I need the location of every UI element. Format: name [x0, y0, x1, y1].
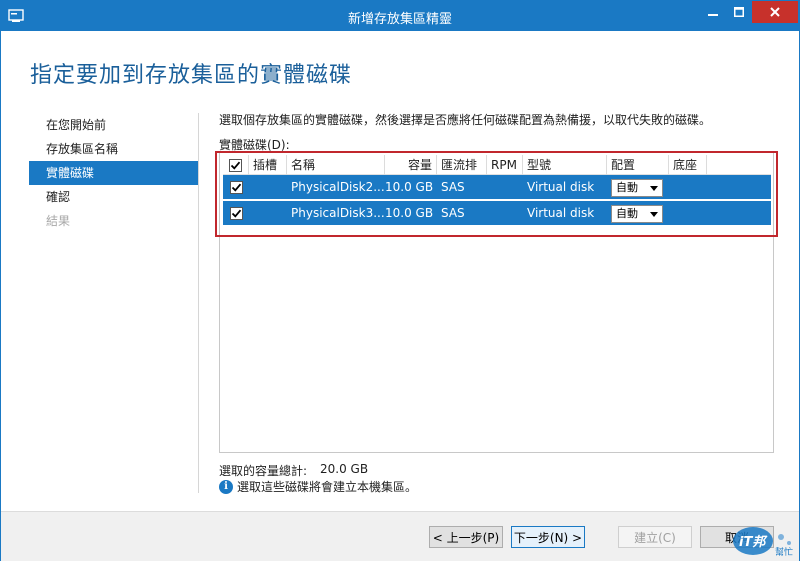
- row-checkbox[interactable]: [229, 206, 243, 220]
- wizard-step-nav: 在您開始前 存放集區名稱 實體磁碟 確認 結果: [29, 113, 199, 493]
- cell-bus: SAS: [441, 206, 465, 220]
- ithome-watermark-logo: iT邦 幫忙: [733, 527, 793, 558]
- checkmark-icon: [231, 209, 241, 218]
- previous-button[interactable]: < 上一步(P): [429, 526, 503, 548]
- wizard-window: 新增存放集區精靈 指定要加到存放集區的實體磁碟 在您開始前 存放集區名稱 實體磁…: [0, 0, 800, 561]
- column-header-capacity[interactable]: 容量: [385, 155, 437, 175]
- allocation-dropdown-value: 自動: [616, 181, 638, 194]
- watermark-brand-text: iT邦: [739, 534, 768, 550]
- cell-allocation: 自動: [607, 201, 669, 225]
- cell-rpm: [487, 175, 523, 199]
- table-row[interactable]: PhysicalDisk3... 10.0 GB SAS Virtual dis…: [223, 201, 771, 225]
- cell-name: PhysicalDisk2...: [291, 180, 385, 194]
- cell-chassis: [669, 175, 707, 199]
- info-message-text: 選取這些磁碟將會建立本機集區。: [237, 480, 418, 494]
- total-capacity-label: 選取的容量總計:: [219, 464, 308, 478]
- nav-step-confirmation[interactable]: 確認: [29, 185, 198, 209]
- window-title: 新增存放集區精靈: [347, 12, 452, 27]
- close-button[interactable]: [752, 1, 798, 23]
- column-header-rpm[interactable]: RPM: [487, 155, 523, 175]
- table-row[interactable]: PhysicalDisk2... 10.0 GB SAS Virtual dis…: [223, 175, 771, 199]
- cell-name: PhysicalDisk3...: [291, 206, 385, 220]
- row-checkbox-cell[interactable]: [223, 175, 249, 199]
- row-checkbox[interactable]: [229, 180, 243, 194]
- cell-allocation: 自動: [607, 175, 669, 199]
- cell-model: Virtual disk: [527, 180, 595, 194]
- minimize-icon: [707, 14, 718, 16]
- nav-step-physical-disks[interactable]: 實體磁碟: [29, 161, 198, 185]
- next-button[interactable]: 下一步(N) >: [511, 526, 585, 548]
- page-description: 選取個存放集區的實體磁碟，然後選擇是否應將任何磁碟配置為熱備援，以取代失敗的磁碟…: [219, 113, 712, 127]
- column-header-model[interactable]: 型號: [523, 155, 607, 175]
- create-button: 建立(C): [618, 526, 692, 548]
- cell-capacity: 10.0 GB: [385, 180, 434, 194]
- chevron-down-icon: [650, 211, 658, 217]
- cell-bus: SAS: [441, 180, 465, 194]
- cell-rpm: [487, 201, 523, 225]
- maximize-button[interactable]: [726, 1, 752, 23]
- nav-step-before-you-begin[interactable]: 在您開始前: [29, 113, 198, 137]
- cell-model: Virtual disk: [527, 206, 595, 220]
- checkmark-icon: [231, 183, 241, 192]
- cell-chassis: [669, 201, 707, 225]
- nav-step-pool-name[interactable]: 存放集區名稱: [29, 137, 198, 161]
- chevron-down-icon: [650, 185, 658, 191]
- wizard-footer: < 上一步(P) 下一步(N) > 建立(C) 取消: [1, 511, 799, 561]
- maximize-icon: [734, 7, 744, 17]
- watermark-sub-text: 幫忙: [775, 546, 793, 558]
- allocation-dropdown-value: 自動: [616, 207, 638, 220]
- page-heading: 指定要加到存放集區的實體磁碟: [30, 63, 353, 88]
- nav-step-results: 結果: [46, 214, 71, 228]
- allocation-dropdown[interactable]: 自動: [611, 205, 663, 223]
- grid-header-select-all[interactable]: [223, 155, 249, 175]
- grid-header-row: 插槽 名稱 容量 匯流排 RPM 型號 配置 底座: [223, 155, 771, 175]
- close-icon: [770, 7, 780, 17]
- info-message: i 選取這些磁碟將會建立本機集區。: [219, 478, 417, 495]
- column-header-chassis[interactable]: 底座: [669, 155, 707, 175]
- minimize-button[interactable]: [699, 1, 726, 23]
- column-header-allocation[interactable]: 配置: [607, 155, 669, 175]
- select-all-checkbox[interactable]: [229, 158, 242, 172]
- cell-slot: [249, 175, 287, 199]
- info-icon: i: [219, 479, 233, 494]
- column-header-bus[interactable]: 匯流排: [437, 155, 487, 175]
- row-checkbox-cell[interactable]: [223, 201, 249, 225]
- title-bar[interactable]: 新增存放集區精靈: [1, 1, 799, 31]
- cell-capacity: 10.0 GB: [385, 206, 434, 220]
- allocation-dropdown[interactable]: 自動: [611, 179, 663, 197]
- column-header-slot[interactable]: 插槽: [249, 155, 287, 175]
- cell-slot: [249, 201, 287, 225]
- checkmark-icon: [230, 161, 241, 170]
- column-header-name[interactable]: 名稱: [287, 155, 385, 175]
- total-capacity-value: 20.0 GB: [320, 462, 369, 476]
